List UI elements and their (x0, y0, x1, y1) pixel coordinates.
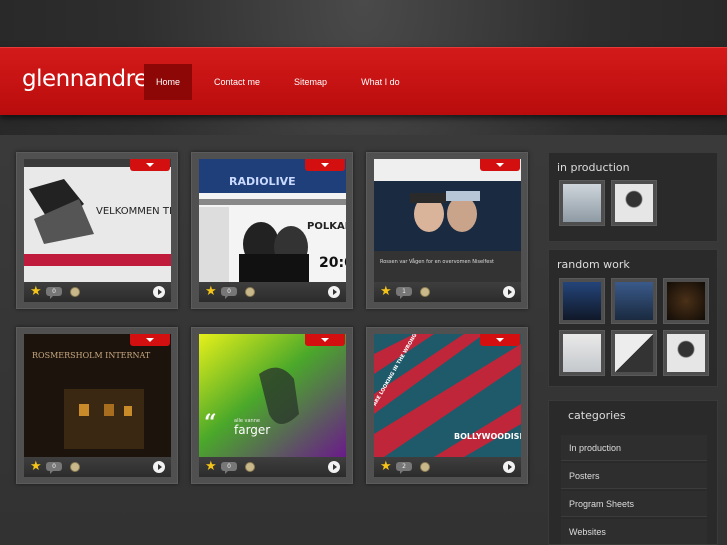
card-dropdown-tab[interactable] (130, 334, 170, 346)
thumbnail-farger: “ alle vanne farger (199, 334, 346, 457)
thumbnail-bollywoodish: YOU ARE LOOKING IN THE WRONG SIDE OF THE… (374, 334, 521, 457)
star-icon[interactable]: ★ (30, 460, 42, 473)
thumb-subhead: POLKADU (307, 221, 346, 232)
random-work-thumb[interactable] (611, 278, 657, 324)
play-icon[interactable] (328, 286, 340, 298)
panel-title: random work (557, 258, 630, 271)
random-work-thumb[interactable] (559, 278, 605, 324)
card-thumbnail[interactable]: “ alle vanne farger (199, 334, 346, 457)
portfolio-card[interactable]: Rossen var Vågen for en overvomen Niself… (366, 152, 528, 309)
random-work-thumb[interactable] (559, 330, 605, 376)
nav-sitemap[interactable]: Sitemap (282, 64, 339, 100)
main-nav: Home Contact me Sitemap What I do (144, 64, 422, 100)
thumb-headline: VELKOMMEN TIL 2011 PÅ METROPOLIS (96, 204, 171, 217)
thumbnail-rosmersholm: ROSMERSHOLM INTERNAT (24, 334, 171, 457)
card-dropdown-tab[interactable] (480, 159, 520, 171)
production-thumb[interactable] (611, 180, 657, 226)
thumbnail-radiolive: RADIOLIVE POLKADU 20:0 (199, 159, 346, 282)
panel-title: in production (557, 161, 630, 174)
comment-count-icon[interactable]: 0 (46, 462, 62, 474)
star-icon[interactable]: ★ (380, 460, 392, 473)
card-toolbar: ★ 0 (24, 282, 171, 302)
random-work-thumb[interactable] (611, 330, 657, 376)
random-work-thumb[interactable] (663, 278, 709, 324)
comment-count-icon[interactable]: 0 (46, 287, 62, 299)
card-thumbnail[interactable]: Rossen var Vågen for en overvomen Niself… (374, 159, 521, 282)
random-work-panel: random work (548, 249, 718, 387)
play-icon[interactable] (328, 461, 340, 473)
thumb-time: 20:0 (319, 255, 346, 271)
thumb-headline: ROSMERSHOLM INTERNAT (32, 351, 151, 360)
card-toolbar: ★ 2 (374, 457, 521, 477)
content-area: VELKOMMEN TIL 2011 PÅ METROPOLIS ★ 0 RAD… (0, 135, 727, 545)
portfolio-card[interactable]: YOU ARE LOOKING IN THE WRONG SIDE OF THE… (366, 327, 528, 484)
nav-what-i-do[interactable]: What I do (349, 64, 412, 100)
star-icon[interactable]: ★ (30, 285, 42, 298)
panel-title: categories (568, 409, 626, 422)
card-thumbnail[interactable]: VELKOMMEN TIL 2011 PÅ METROPOLIS (24, 159, 171, 282)
comment-count-icon[interactable]: 0 (221, 462, 237, 474)
rating-icon[interactable] (245, 462, 255, 472)
portfolio-card[interactable]: “ alle vanne farger ★ 0 (191, 327, 353, 484)
random-work-thumb[interactable] (663, 330, 709, 376)
rating-icon[interactable] (245, 287, 255, 297)
card-thumbnail[interactable]: YOU ARE LOOKING IN THE WRONG SIDE OF THE… (374, 334, 521, 457)
card-toolbar: ★ 0 (24, 457, 171, 477)
comment-count-icon[interactable]: 1 (396, 287, 412, 299)
nav-home[interactable]: Home (144, 64, 193, 100)
portfolio-card[interactable]: RADIOLIVE POLKADU 20:0 ★ 0 (191, 152, 353, 309)
rating-icon[interactable] (70, 287, 80, 297)
card-toolbar: ★ 1 (374, 282, 521, 302)
card-dropdown-tab[interactable] (130, 159, 170, 171)
nav-contact[interactable]: Contact me (202, 64, 272, 100)
thumb-subhead: BOLLYWOODISH (454, 432, 521, 441)
card-toolbar: ★ 0 (199, 457, 346, 477)
card-dropdown-tab[interactable] (480, 334, 520, 346)
play-icon[interactable] (153, 286, 165, 298)
card-thumbnail[interactable]: RADIOLIVE POLKADU 20:0 (199, 159, 346, 282)
thumbnail-party: Rossen var Vågen for en overvomen Niself… (374, 159, 521, 282)
thumb-headline: farger (234, 423, 270, 437)
quote-icon: “ (204, 410, 217, 436)
star-icon[interactable]: ★ (380, 285, 392, 298)
card-dropdown-tab[interactable] (305, 334, 345, 346)
thumb-caption: Rossen var Vågen for en overvomen Niself… (380, 258, 494, 265)
card-thumbnail[interactable]: ROSMERSHOLM INTERNAT (24, 334, 171, 457)
categories-panel: categories In production Posters Program… (548, 400, 718, 545)
card-dropdown-tab[interactable] (305, 159, 345, 171)
rating-icon[interactable] (70, 462, 80, 472)
thumb-headline: RADIOLIVE (229, 175, 296, 188)
play-icon[interactable] (503, 286, 515, 298)
in-production-panel: in production (548, 152, 718, 242)
production-thumb[interactable] (559, 180, 605, 226)
portfolio-card[interactable]: ROSMERSHOLM INTERNAT ★ 0 (16, 327, 178, 484)
rating-icon[interactable] (420, 287, 430, 297)
category-link-websites[interactable]: Websites (561, 519, 707, 545)
comment-count-icon[interactable]: 2 (396, 462, 412, 474)
play-icon[interactable] (503, 461, 515, 473)
rating-icon[interactable] (420, 462, 430, 472)
card-toolbar: ★ 0 (199, 282, 346, 302)
thumbnail-metropolis: VELKOMMEN TIL 2011 PÅ METROPOLIS (24, 159, 171, 282)
comment-count-icon[interactable]: 0 (221, 287, 237, 299)
play-icon[interactable] (153, 461, 165, 473)
site-logo[interactable]: glennandre (22, 66, 148, 92)
category-link-in-production[interactable]: In production (561, 435, 707, 461)
category-link-posters[interactable]: Posters (561, 463, 707, 489)
category-link-program-sheets[interactable]: Program Sheets (561, 491, 707, 517)
portfolio-card[interactable]: VELKOMMEN TIL 2011 PÅ METROPOLIS ★ 0 (16, 152, 178, 309)
site-header: glennandre Home Contact me Sitemap What … (0, 47, 727, 115)
star-icon[interactable]: ★ (205, 460, 217, 473)
star-icon[interactable]: ★ (205, 285, 217, 298)
